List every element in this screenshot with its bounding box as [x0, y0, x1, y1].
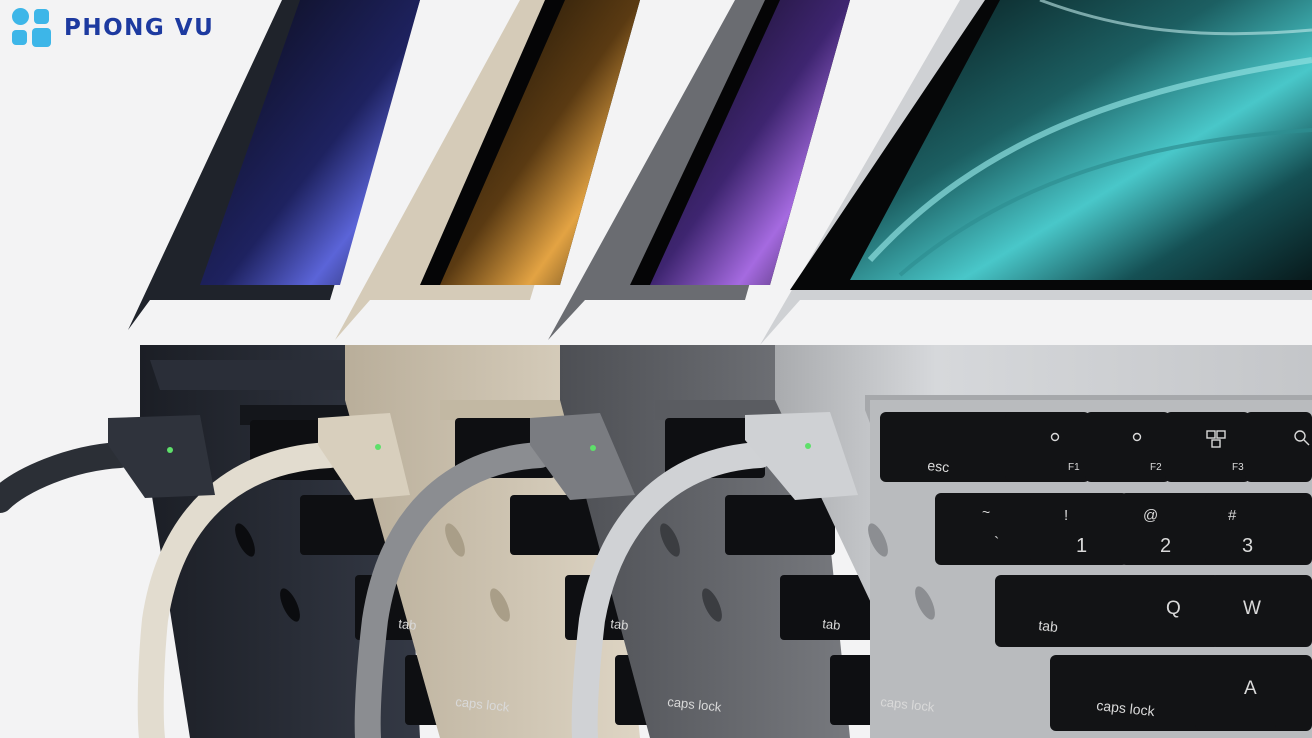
key-w: W [1243, 598, 1261, 619]
key-f2: F2 [1150, 462, 1162, 473]
key-at: @ [1143, 507, 1158, 524]
key-tab-4: tab [822, 616, 842, 633]
key-tab: tab [1038, 617, 1059, 635]
key-tab-3: tab [610, 616, 630, 633]
laptops-photo: esc F1 F2 F3 ~ ` ! 1 @ 2 # 3 tab Q W cap… [0, 0, 1312, 738]
key-backtick: ` [994, 535, 999, 552]
key-f1: F1 [1068, 462, 1080, 473]
key-1: 1 [1076, 535, 1087, 557]
key-exclaim: ! [1064, 507, 1068, 524]
key-tilde: ~ [982, 504, 990, 520]
key-2: 2 [1160, 535, 1171, 557]
key-f3: F3 [1232, 462, 1244, 473]
key-esc: esc [927, 457, 950, 475]
key-q: Q [1166, 598, 1181, 619]
photo-stage: esc F1 F2 F3 ~ ` ! 1 @ 2 # 3 tab Q W cap… [0, 0, 1312, 738]
key-hash: # [1228, 507, 1237, 524]
key-3: 3 [1242, 535, 1253, 557]
key-a: A [1244, 678, 1257, 699]
logo-text: PHONG VU [64, 15, 215, 41]
key-tab-2: tab [398, 616, 418, 633]
brand-logo: PHONG VU [10, 6, 214, 50]
logo-mark-icon [10, 6, 54, 50]
